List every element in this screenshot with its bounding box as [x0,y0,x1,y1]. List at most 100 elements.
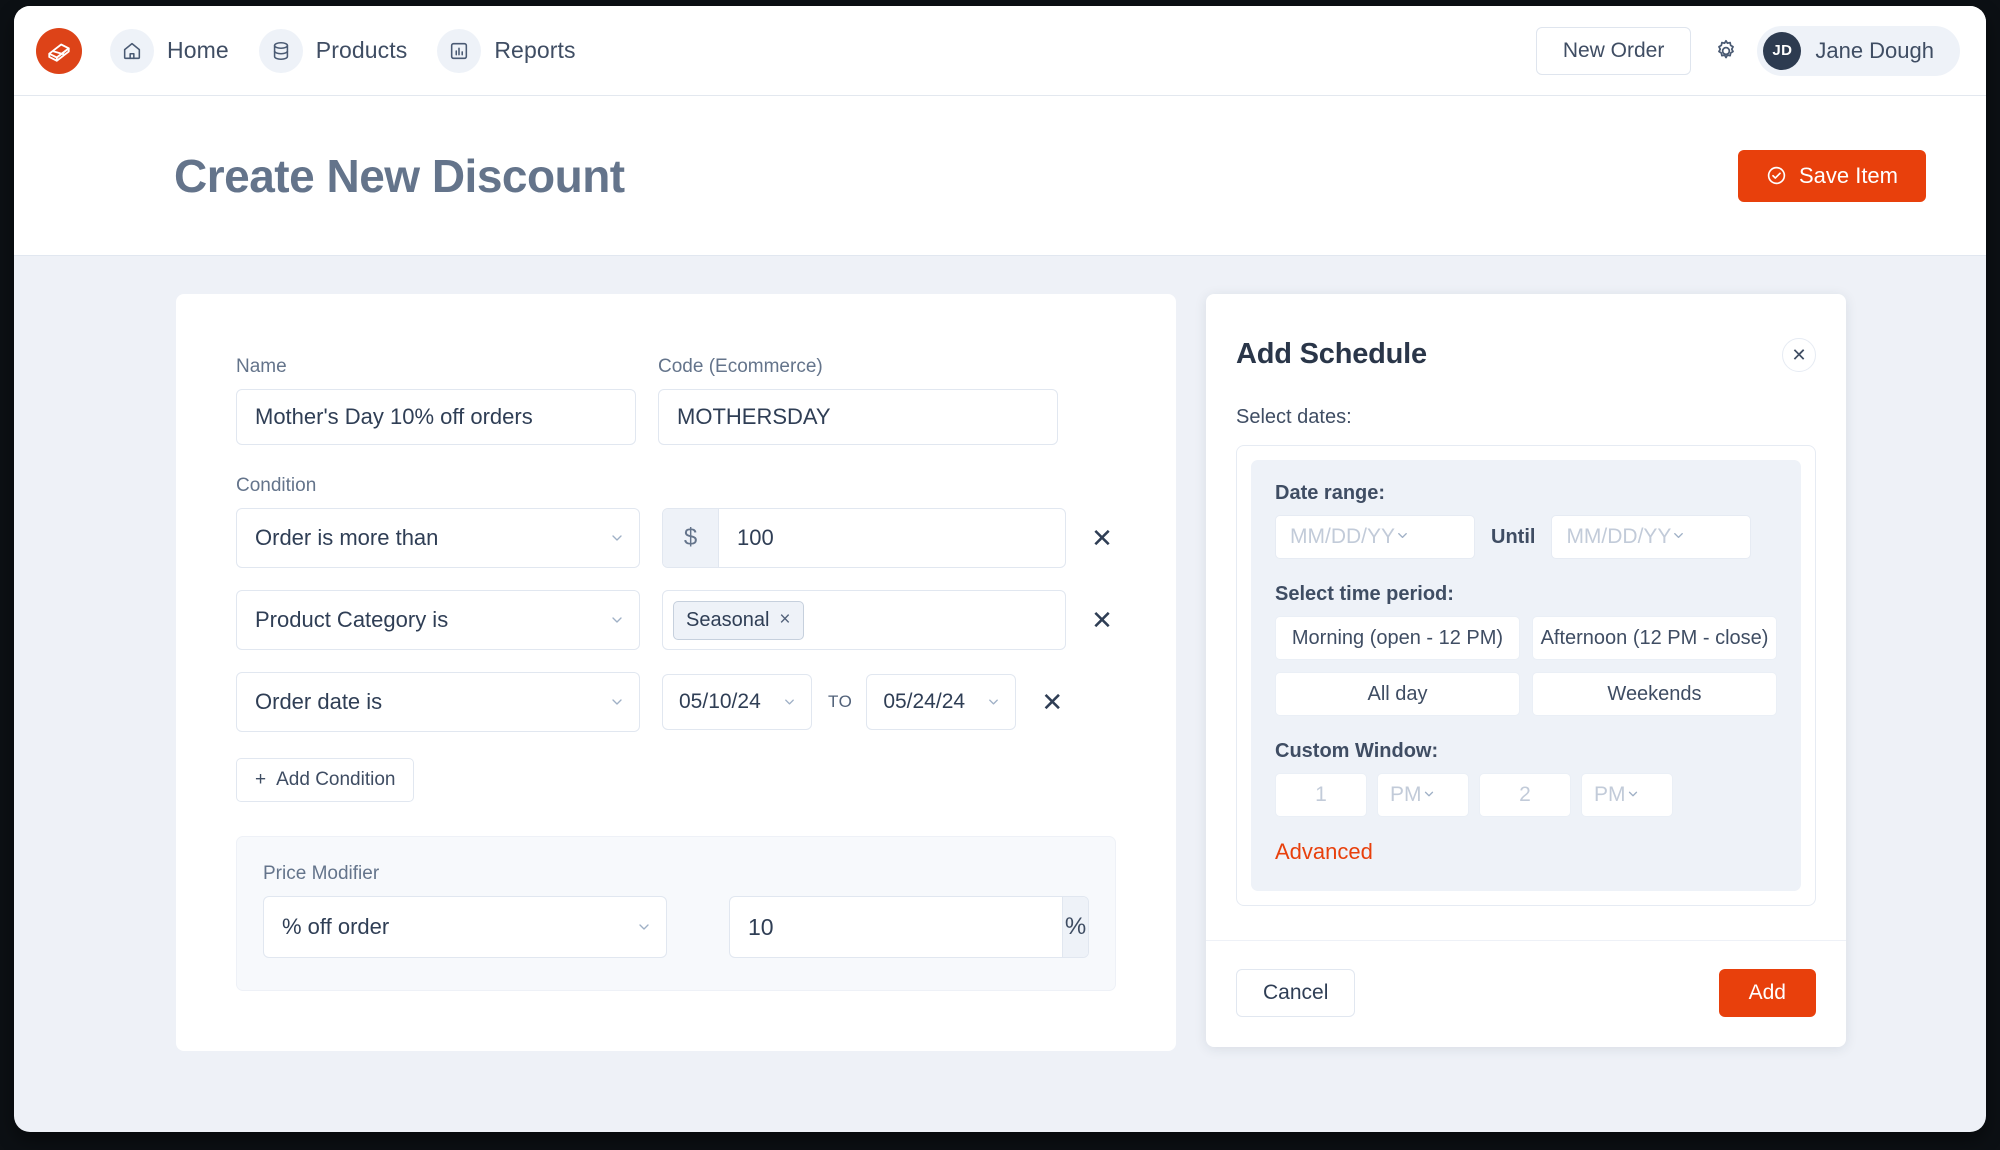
nav-item-products[interactable]: Products [255,25,422,77]
home-icon [110,29,154,73]
page-title: Create New Discount [174,149,625,203]
schedule-end-date-select[interactable]: MM/DD/YY [1551,515,1751,559]
chip-label: Seasonal [686,609,769,632]
time-period-weekends[interactable]: Weekends [1532,672,1777,716]
price-modifier-input[interactable] [730,897,1062,957]
condition-type-select-2[interactable]: Product Category is [236,590,640,650]
page-title-bar: Create New Discount Save Item [14,96,1986,256]
dialog-header: Add Schedule ✕ [1236,338,1816,372]
chip-seasonal[interactable]: Seasonal × [673,601,804,640]
nav-item-home[interactable]: Home [106,25,243,77]
add-condition-button[interactable]: + Add Condition [236,758,414,802]
chip-remove-icon[interactable]: × [779,609,790,631]
name-input[interactable] [236,389,636,445]
price-modifier-label: Price Modifier [263,863,1089,885]
time-period-options: Morning (open - 12 PM) Afternoon (12 PM … [1275,616,1777,716]
chevron-down-icon [609,694,625,710]
start-date-select[interactable]: 05/10/24 [662,674,812,730]
user-menu[interactable]: JD Jane Dough [1757,26,1960,76]
date-range-row: MM/DD/YY Until MM/DD/YY [1275,515,1777,559]
remove-condition-icon-3[interactable]: ✕ [1040,689,1064,715]
nav-label-home: Home [167,37,229,64]
add-schedule-dialog: Add Schedule ✕ Select dates: Date range:… [1206,294,1846,1047]
price-modifier-select-value: % off order [282,914,389,940]
currency-prefix: $ [663,509,719,567]
top-navigation-bar: Home Products [14,6,1986,96]
condition-type-select-3[interactable]: Order date is [236,672,640,732]
schedule-inner-panel: Date range: MM/DD/YY Until MM/DD/YY [1251,460,1801,891]
add-button[interactable]: Add [1719,969,1816,1017]
custom-window-to-meridiem[interactable]: PM [1581,773,1673,817]
amount-input[interactable] [719,509,1065,567]
gear-icon[interactable] [1713,38,1739,64]
advanced-link[interactable]: Advanced [1275,839,1373,865]
custom-window-from-meridiem[interactable]: PM [1377,773,1469,817]
time-period-label: Select time period: [1275,583,1777,606]
to-label: TO [828,692,852,712]
add-condition-label: Add Condition [276,769,395,791]
close-icon[interactable]: ✕ [1782,338,1816,372]
custom-window-row: 1 PM 2 PM [1275,773,1777,817]
amount-value-group: $ [662,508,1066,568]
new-order-button[interactable]: New Order [1536,27,1692,75]
condition-row-category: Product Category is Seasonal × ✕ [236,590,1116,650]
cancel-button[interactable]: Cancel [1236,969,1355,1017]
chevron-down-icon [986,695,1001,710]
date-range-label: Date range: [1275,482,1777,505]
schedule-start-date-placeholder: MM/DD/YY [1290,525,1395,549]
schedule-end-date-placeholder: MM/DD/YY [1566,525,1671,549]
chevron-down-icon [609,612,625,628]
start-date-value: 05/10/24 [679,690,761,714]
chevron-down-icon [636,919,652,935]
plus-icon: + [255,769,266,791]
remove-condition-icon-1[interactable]: ✕ [1090,525,1114,551]
custom-window-from-hour[interactable]: 1 [1275,773,1367,817]
code-input[interactable] [658,389,1058,445]
chevron-down-icon [1422,783,1436,807]
time-period-all-day[interactable]: All day [1275,672,1520,716]
condition-type-value-3: Order date is [255,689,382,715]
nav-item-reports[interactable]: Reports [433,25,589,77]
percent-suffix: % [1062,897,1088,957]
select-dates-label: Select dates: [1236,406,1816,429]
end-date-select[interactable]: 05/24/24 [866,674,1016,730]
time-period-morning[interactable]: Morning (open - 12 PM) [1275,616,1520,660]
database-icon [259,29,303,73]
chevron-down-icon [782,695,797,710]
price-modifier-value-group: % [729,896,1089,958]
chevron-down-icon [609,530,625,546]
chevron-down-icon [1671,525,1686,549]
nav-label-reports: Reports [494,37,575,64]
check-circle-icon [1766,165,1787,186]
main-nav: Home Products [106,25,590,77]
custom-window-label: Custom Window: [1275,740,1777,763]
save-item-label: Save Item [1799,163,1898,189]
time-period-afternoon[interactable]: Afternoon (12 PM - close) [1532,616,1777,660]
dialog-footer: Cancel Add [1206,940,1846,1047]
avatar: JD [1763,32,1801,70]
schedule-start-date-select[interactable]: MM/DD/YY [1275,515,1475,559]
save-item-button[interactable]: Save Item [1738,150,1926,202]
remove-condition-icon-2[interactable]: ✕ [1090,607,1114,633]
end-date-value: 05/24/24 [883,690,965,714]
discount-form-card: Name Code (Ecommerce) Condition Order is… [176,294,1176,1051]
custom-window-to-meridiem-value: PM [1594,783,1626,807]
category-chip-field[interactable]: Seasonal × [662,590,1066,650]
chevron-down-icon [1626,783,1640,807]
dialog-title: Add Schedule [1236,338,1782,371]
content-area: Name Code (Ecommerce) Condition Order is… [14,256,1986,1051]
price-modifier-select[interactable]: % off order [263,896,667,958]
name-field-group: Name [236,356,636,445]
custom-window-to-hour[interactable]: 2 [1479,773,1571,817]
name-label: Name [236,356,636,378]
code-field-group: Code (Ecommerce) [658,356,1058,445]
cake-slice-logo-icon[interactable] [36,28,82,74]
name-code-row: Name Code (Ecommerce) [236,356,1116,445]
dialog-body: Add Schedule ✕ Select dates: Date range:… [1206,294,1846,940]
user-name: Jane Dough [1815,38,1934,64]
condition-type-select-1[interactable]: Order is more than [236,508,640,568]
chevron-down-icon [1395,525,1410,549]
bar-chart-icon [437,29,481,73]
nav-label-products: Products [316,37,408,64]
price-modifier-panel: Price Modifier % off order % [236,836,1116,991]
